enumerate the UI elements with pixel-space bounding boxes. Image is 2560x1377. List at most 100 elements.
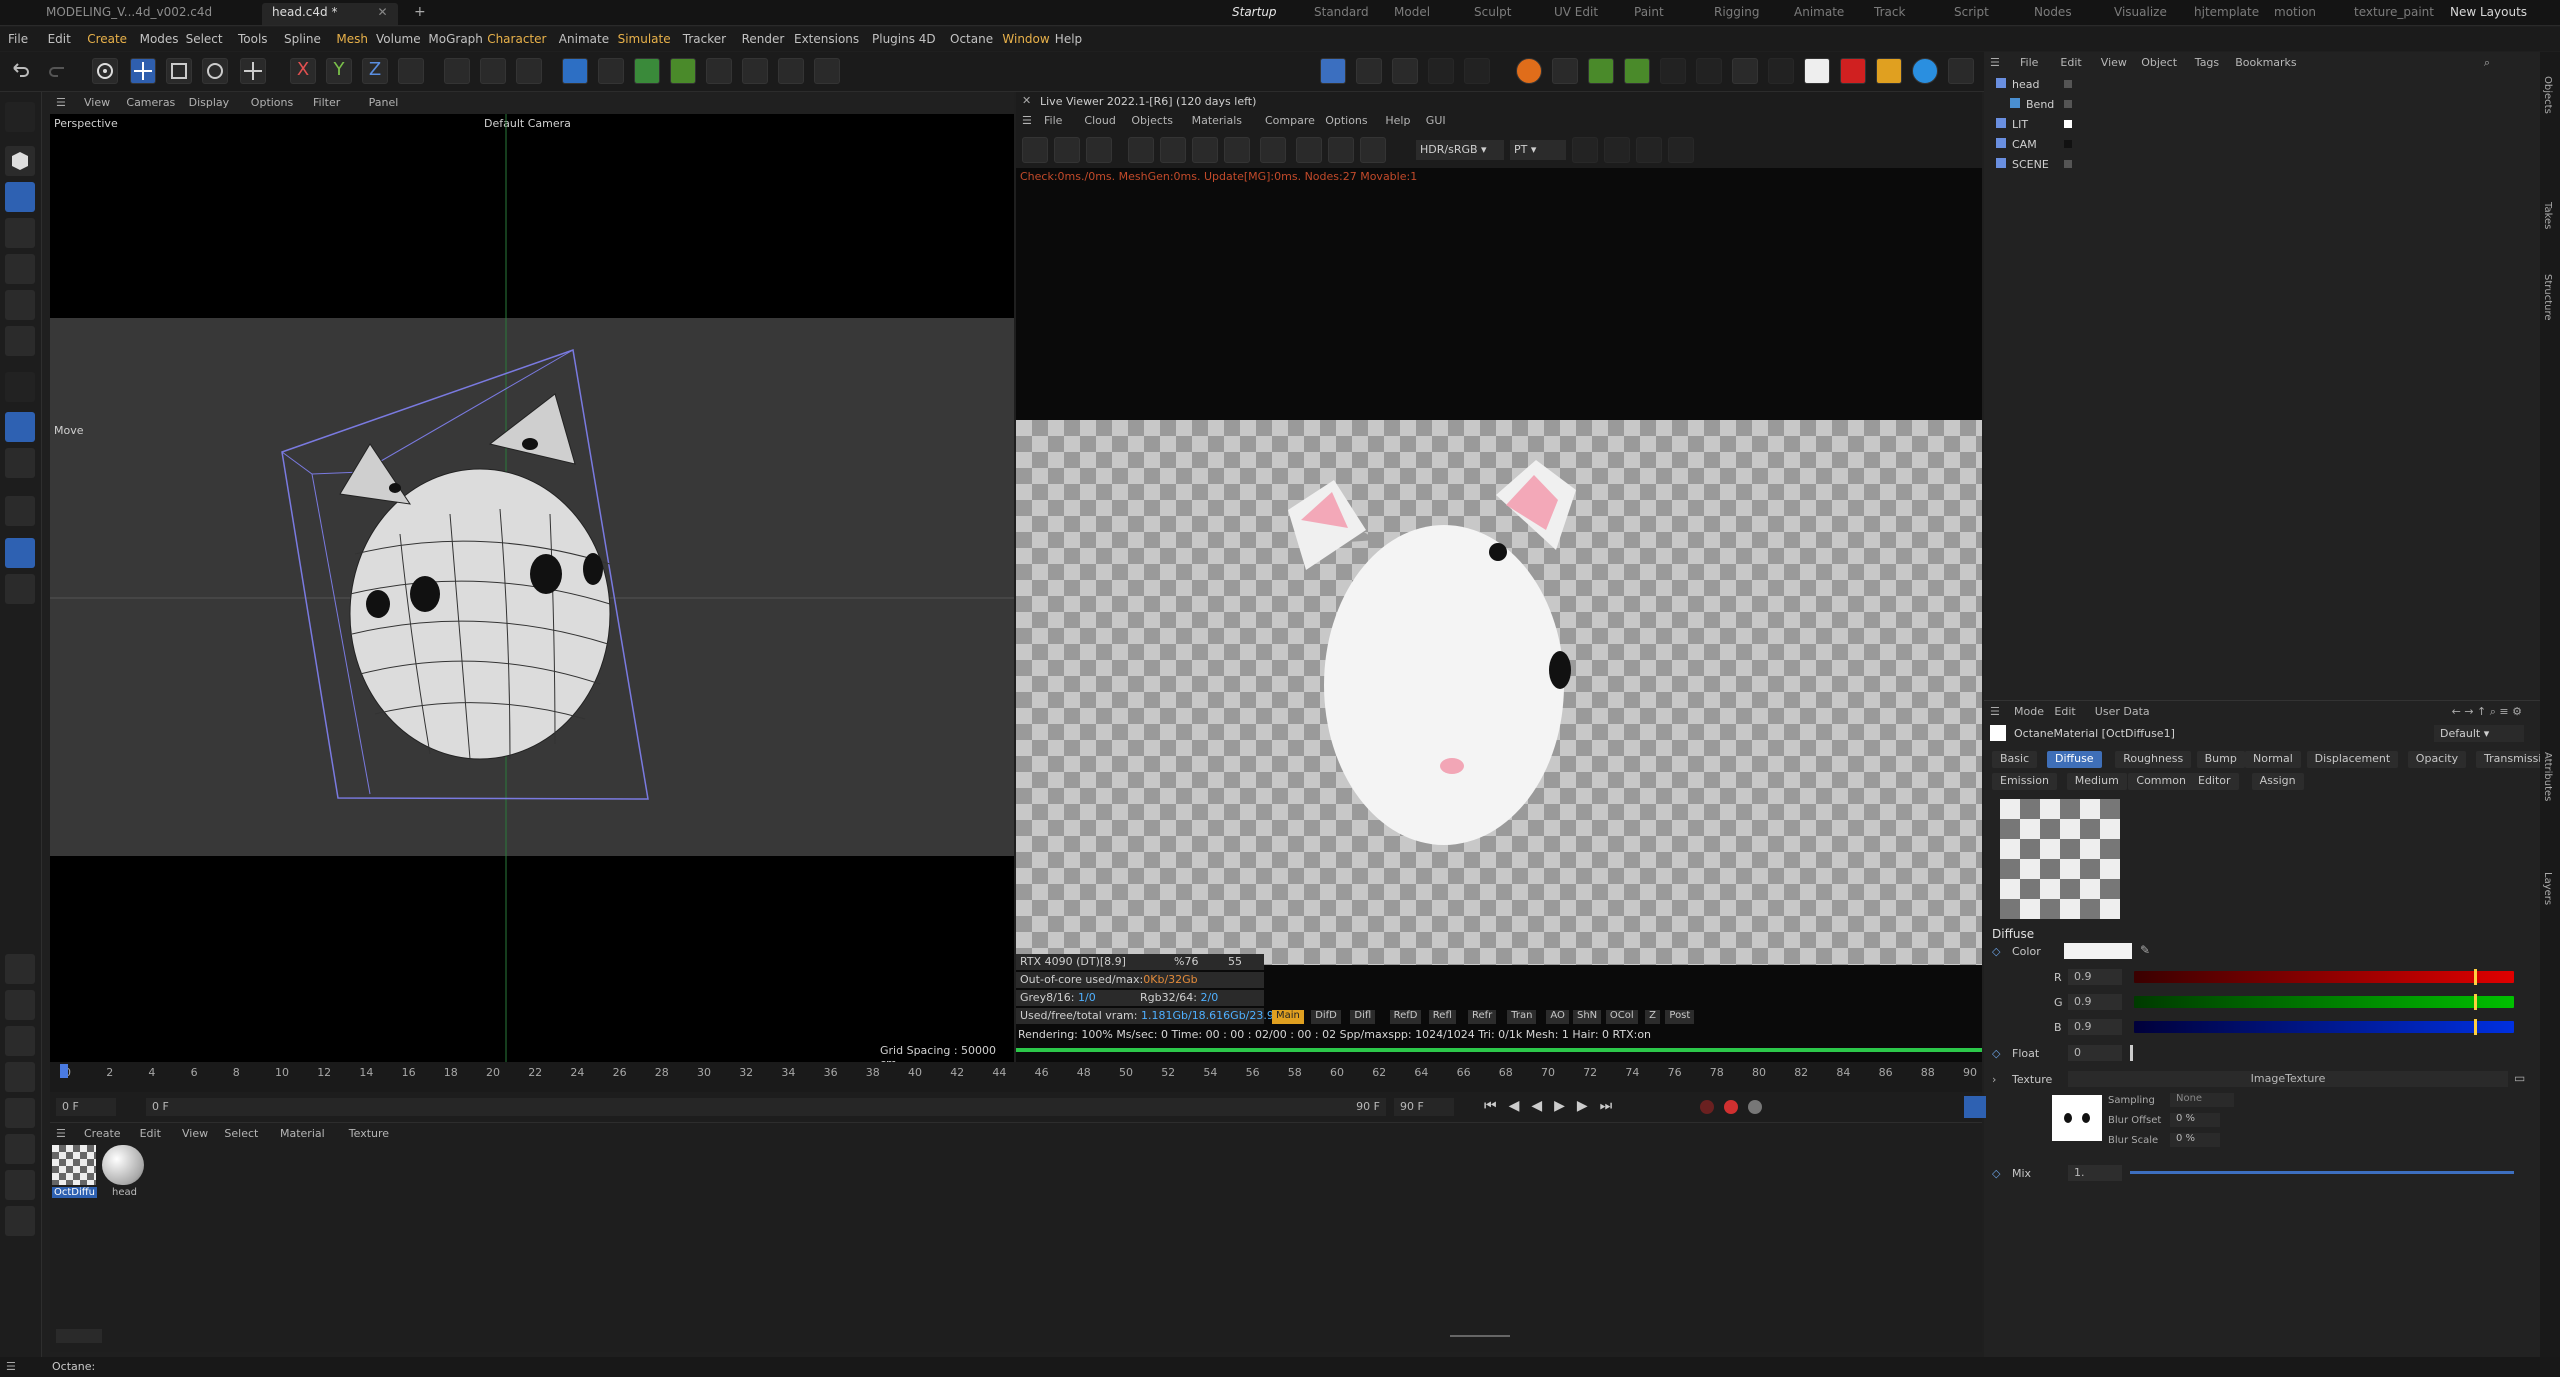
film-icon[interactable] [1328,137,1354,163]
octane-s-icon[interactable] [1516,58,1542,84]
g-field[interactable]: 0.9 [2068,994,2122,1010]
material-menu-view[interactable]: View [182,1127,208,1140]
objects-menu-edit[interactable]: Edit [2060,56,2081,69]
octane-camera-icon[interactable] [1840,58,1866,84]
tool-icon-c[interactable] [1668,137,1694,163]
scale-tool-icon[interactable] [166,58,192,84]
layout-tab-rigging[interactable]: Rigging [1714,5,1759,19]
r-slider-handle[interactable] [2474,969,2477,985]
keyframe-settings-icon[interactable] [1748,1100,1762,1114]
rotate-tool-icon[interactable] [202,58,228,84]
tab-editor[interactable]: Editor [2190,773,2239,790]
pass-refd[interactable]: RefD [1389,1010,1422,1024]
liveviewer-menu-materials[interactable]: Materials [1192,114,1242,127]
z-axis-icon[interactable]: Z [362,58,388,84]
octane-env-icon[interactable] [1912,58,1938,84]
material-sphere-icon-2[interactable] [5,990,35,1020]
menu-animate[interactable]: Animate [559,32,609,46]
material-sphere-icon-8[interactable] [5,1206,35,1236]
preset-select[interactable]: Default ▾ [2434,725,2524,742]
octane-shuffle-icon[interactable] [1948,58,1974,84]
material-name-octdiffuse[interactable]: OctDiffu [52,1187,97,1198]
focus-icon[interactable] [1296,137,1322,163]
python-icon[interactable] [1320,58,1346,84]
tab-displacement[interactable]: Displacement [2306,751,2399,768]
material-menu-select[interactable]: Select [224,1127,258,1140]
grid-mode-icon[interactable] [5,218,35,248]
menu-icon[interactable]: ☰ [1022,114,1032,127]
material-menu-texture[interactable]: Texture [349,1127,389,1140]
pass-post[interactable]: Post [1665,1010,1695,1024]
folder-icon[interactable]: ▭ [2514,1071,2525,1085]
material-sphere-icon-7[interactable] [5,1170,35,1200]
pause-icon[interactable] [1086,137,1112,163]
workplane-icon[interactable] [5,574,35,604]
menu-octane[interactable]: Octane [950,32,993,46]
liveviewer-menu-objects[interactable]: Objects [1131,114,1173,127]
keyframe-diamond-icon[interactable]: ◇ [1992,945,2000,958]
coordinate-system-icon[interactable] [398,58,424,84]
light-icon[interactable] [814,58,840,84]
visibility-dot-icon[interactable] [2064,140,2072,148]
visibility-dot-icon[interactable] [2064,120,2072,128]
object-row-bend[interactable]: Bend [2010,98,2530,116]
menu-icon[interactable]: ☰ [56,96,66,109]
menu-create[interactable]: Create [87,32,127,46]
redo-icon[interactable] [46,58,72,84]
expand-chevron-icon[interactable]: › [1992,1073,1996,1086]
pass-ocol[interactable]: OCol [1605,1010,1638,1024]
settings-gear-icon[interactable] [1160,137,1186,163]
menu-tools[interactable]: Tools [238,32,268,46]
menu-spline[interactable]: Spline [284,32,321,46]
deformer-icon[interactable] [670,58,696,84]
playhead[interactable] [60,1064,68,1078]
layout-tab-track[interactable]: Track [1874,5,1905,19]
layout-tab-paint[interactable]: Paint [1634,5,1664,19]
object-row-lit[interactable]: LIT [1996,118,2516,136]
octane-node-icon[interactable] [1624,58,1650,84]
viewport-menu-panel[interactable]: Panel [369,96,399,109]
tool-icon-a[interactable] [1572,137,1598,163]
point-mode-icon[interactable] [5,254,35,284]
side-tab-structure[interactable]: Structure [2542,274,2553,321]
autokey-icon[interactable] [1724,1100,1738,1114]
menu-tracker[interactable]: Tracker [683,32,726,46]
menu-icon[interactable]: ☰ [1990,705,2000,718]
render-settings-icon[interactable] [516,58,542,84]
object-row-scene[interactable]: SCENE [1996,158,2516,176]
snapshot-icon[interactable] [1636,137,1662,163]
liveviewer-menu-compare[interactable]: Compare [1265,114,1315,127]
tab-normal[interactable]: Normal [2245,751,2301,768]
spline-icon[interactable] [598,58,624,84]
layout-tab-hjtemplate[interactable]: hjtemplate [2194,5,2259,19]
visibility-dot-icon[interactable] [2064,80,2072,88]
tool-icon-b[interactable] [1604,137,1630,163]
menu-modes[interactable]: Modes [140,32,179,46]
tab-diffuse[interactable]: Diffuse [2047,751,2102,768]
lock-icon[interactable] [1192,137,1218,163]
transform-tool-icon[interactable] [240,58,266,84]
pass-refl[interactable]: Refl [1428,1010,1456,1024]
move-tool-icon[interactable] [130,58,156,84]
r-slider[interactable] [2134,969,2514,985]
material-sphere-icon-3[interactable] [5,1026,35,1056]
record-icon[interactable] [1700,1100,1714,1114]
render-picture-icon[interactable] [480,58,506,84]
layout-tab-script[interactable]: Script [1954,5,1989,19]
side-tab-layers[interactable]: Layers [2542,872,2553,905]
start-frame-field[interactable]: 0 F [56,1098,116,1116]
icon-size-slider[interactable] [1450,1335,1510,1337]
attributes-menu-mode[interactable]: Mode [2014,705,2044,718]
viewport-menu-filter[interactable]: Filter [313,96,340,109]
color-swatch[interactable] [2064,943,2132,959]
material-menu-material[interactable]: Material [280,1127,325,1140]
menu-render[interactable]: Render [742,32,785,46]
uv-mode-icon[interactable] [5,372,35,402]
x-axis-icon[interactable]: X [290,58,316,84]
tab-roughness[interactable]: Roughness [2115,751,2192,768]
tab-emission[interactable]: Emission [1992,773,2057,790]
material-ball-icon[interactable] [1224,137,1250,163]
close-icon[interactable]: ✕ [377,5,387,19]
blur-offset-field[interactable]: 0 % [2170,1113,2220,1127]
object-row-head[interactable]: head [1996,78,2516,96]
